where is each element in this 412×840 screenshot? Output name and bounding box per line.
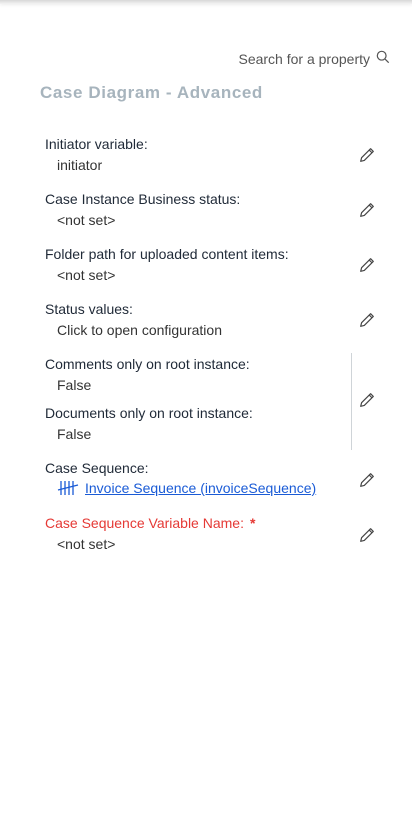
search-placeholder[interactable]: Search for a property	[238, 51, 370, 67]
group-divider	[351, 353, 352, 450]
edit-initiator-variable-button[interactable]	[358, 146, 376, 164]
property-comments-root-only: Comments only on root instance: False	[45, 356, 382, 393]
property-label: Status values:	[45, 301, 133, 317]
edit-case-sequence-variable-button[interactable]	[358, 526, 376, 544]
property-value: False	[57, 377, 92, 393]
property-status-values: Status values: Click to open configurati…	[45, 301, 382, 338]
required-marker: *	[249, 515, 256, 531]
pencil-icon	[358, 148, 376, 168]
required-label-text: Case Sequence Variable Name:	[45, 515, 244, 531]
property-value: initiator	[57, 157, 103, 173]
property-label: Initiator variable:	[45, 136, 148, 152]
property-case-sequence: Case Sequence: Invoice Sequence (invoice…	[45, 460, 382, 496]
pencil-icon	[358, 203, 376, 223]
edit-folder-path-button[interactable]	[358, 256, 376, 274]
panel-title: Case Diagram - Advanced	[40, 83, 263, 102]
property-value: <not set>	[57, 536, 116, 552]
property-documents-root-only: Documents only on root instance: False	[45, 405, 382, 442]
edit-case-sequence-button[interactable]	[358, 471, 376, 489]
sequence-tally-icon	[57, 480, 79, 496]
pencil-icon	[358, 313, 376, 333]
property-value[interactable]: Click to open configuration	[57, 322, 382, 338]
property-label: Case Sequence:	[45, 460, 149, 476]
property-label: Folder path for uploaded content items:	[45, 246, 289, 262]
property-case-sequence-variable: Case Sequence Variable Name: * <not set>	[45, 515, 382, 552]
property-business-status: Case Instance Business status: <not set>	[45, 191, 382, 228]
property-value: False	[57, 426, 92, 442]
edit-business-status-button[interactable]	[358, 201, 376, 219]
case-sequence-link-row: Invoice Sequence (invoiceSequence)	[57, 480, 382, 496]
case-sequence-link[interactable]: Invoice Sequence (invoiceSequence)	[85, 480, 316, 496]
pencil-icon	[358, 473, 376, 493]
pencil-icon	[358, 393, 376, 413]
property-search[interactable]: Search for a property	[238, 50, 390, 67]
property-label: Comments only on root instance:	[45, 356, 250, 372]
search-icon[interactable]	[376, 50, 390, 67]
edit-root-instance-group-button[interactable]	[358, 391, 376, 409]
property-initiator-variable: Initiator variable: initiator	[45, 136, 382, 173]
pencil-icon	[358, 258, 376, 278]
pencil-icon	[358, 528, 376, 548]
property-label: Case Instance Business status:	[45, 191, 241, 207]
top-bar-shadow	[0, 0, 412, 4]
property-folder-path: Folder path for uploaded content items: …	[45, 246, 382, 283]
property-value: <not set>	[57, 267, 116, 283]
edit-status-values-button[interactable]	[358, 311, 376, 329]
property-value: <not set>	[57, 212, 116, 228]
property-label: Documents only on root instance:	[45, 405, 253, 421]
property-label-required: Case Sequence Variable Name: *	[45, 515, 382, 531]
